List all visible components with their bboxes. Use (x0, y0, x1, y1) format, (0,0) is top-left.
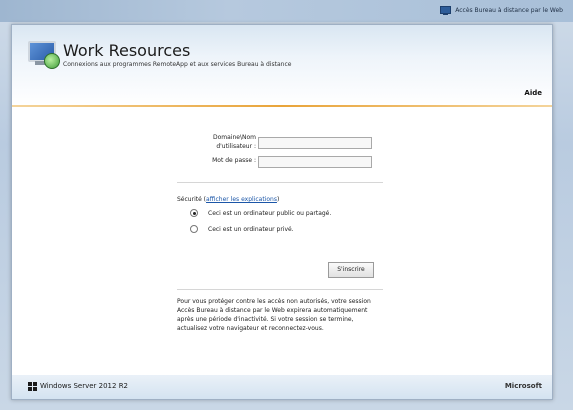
radio-public-row[interactable]: Ceci est un ordinateur public ou partagé… (190, 209, 331, 217)
page-subtitle: Connexions aux programmes RemoteApp et a… (63, 61, 292, 68)
security-heading: Sécurité (afficher les explications) (177, 196, 279, 203)
username-input[interactable] (258, 137, 372, 149)
radio-public[interactable] (190, 209, 198, 217)
windows-logo-icon (28, 382, 37, 391)
password-input[interactable] (258, 156, 372, 168)
header-divider (12, 105, 552, 107)
product-name: Windows Server 2012 R2 (40, 382, 129, 390)
session-note: Pour vous protéger contre les accès non … (177, 298, 371, 332)
note-separator (177, 289, 383, 290)
radio-public-label: Ceci est un ordinateur public ou partagé… (208, 209, 332, 217)
password-label: Mot de passe : (212, 157, 256, 164)
work-resources-icon (26, 41, 60, 71)
username-label-line1: Domaine\Nom (213, 134, 256, 141)
page-title: Work Resources (63, 41, 191, 60)
security-label: Sécurité ( (177, 196, 207, 203)
username-label: Domaine\Nom d'utilisateur : (182, 133, 256, 151)
remote-desktop-web-access-link[interactable]: Accès Bureau à distance par le Web (440, 6, 563, 15)
remote-link-label: Accès Bureau à distance par le Web (455, 7, 563, 14)
vendor-name: Microsoft (504, 382, 542, 390)
radio-private-label: Ceci est un ordinateur privé. (208, 225, 294, 233)
help-link[interactable]: Aide (524, 89, 542, 97)
top-bar: Accès Bureau à distance par le Web (0, 0, 573, 22)
radio-private-row[interactable]: Ceci est un ordinateur privé. (190, 225, 294, 233)
footer: Windows Server 2012 R2 Microsoft (12, 375, 552, 399)
username-label-line2: d'utilisateur : (216, 143, 256, 150)
signin-button[interactable]: S'inscrire (328, 262, 374, 278)
header: Work Resources Connexions aux programmes… (12, 25, 552, 105)
security-label-close: ) (276, 196, 280, 203)
form-separator (177, 182, 383, 183)
remote-desktop-icon (440, 6, 452, 15)
radio-private[interactable] (190, 225, 198, 233)
login-card: Work Resources Connexions aux programmes… (11, 24, 553, 400)
show-explanations-link[interactable]: afficher les explications (206, 196, 277, 203)
